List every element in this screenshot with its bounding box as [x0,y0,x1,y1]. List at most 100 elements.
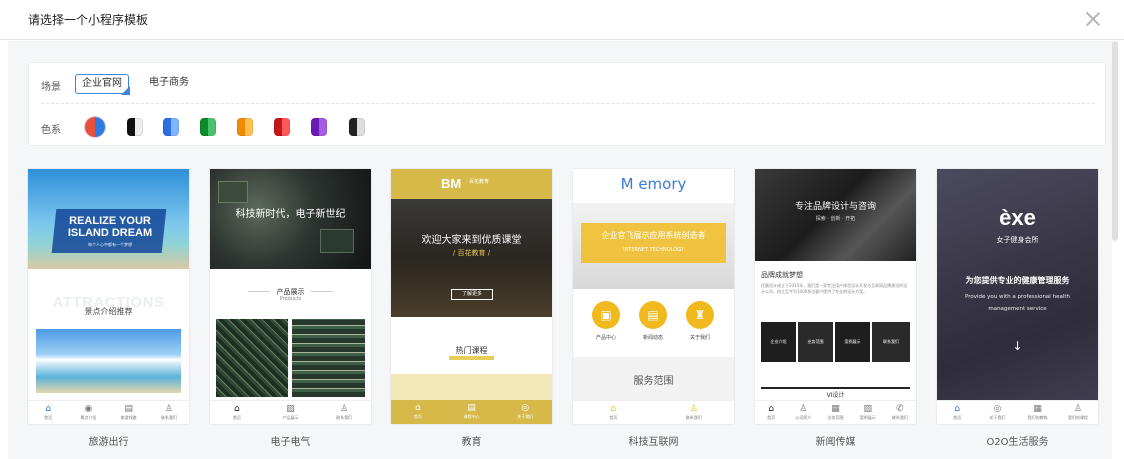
close-icon[interactable] [1083,9,1103,29]
section-title: 热门课程 [455,346,488,355]
banner-line: REALIZE YOUR [69,215,151,227]
color-swatch[interactable] [127,118,143,136]
building-icon[interactable]: ♜ [686,301,714,329]
hero-title: 企业官飞展示应用系统创造者 [601,231,706,240]
nav-label: 产品展示 [282,415,299,420]
nav-item[interactable]: ♙ 联系我们 [317,401,371,424]
color-swatch[interactable] [349,118,365,136]
section-title: 景点介绍推荐 [84,307,133,316]
icon-label: 关于我们 [689,335,710,341]
divider [248,291,270,292]
hero-title: 专注品牌设计与咨询 [794,202,876,212]
color-swatch[interactable] [274,118,290,136]
nav-item[interactable]: ⌂ 首页 [937,401,977,424]
nav-item[interactable]: ◎ 关于我们 [977,401,1017,424]
section-title: 品牌成就梦想 [761,271,803,279]
nav-item[interactable]: ♙ 联系我们 [654,401,735,424]
course-strip [391,374,552,400]
nav-label: 首页 [232,415,241,420]
checkmark-icon [121,86,130,95]
nav-label: 首页 [609,415,618,420]
nav-item[interactable]: ▤ 旅游线路 [109,401,149,424]
nav-item[interactable]: ⌂ 首页 [573,401,654,424]
divider [41,103,1095,104]
nav-item[interactable]: ♙ 我们的课程 [1058,401,1098,424]
nav-label: 公司简介 [795,415,812,420]
learn-more-button[interactable]: 了解更多 [451,289,493,300]
color-swatch[interactable] [85,117,105,137]
section-title-2: VI设计 [826,392,845,399]
phone-icon: ✆ [896,404,904,414]
chip-shape [218,181,248,203]
nav-item[interactable]: ♙ 联系我们 [149,401,189,424]
nav-item[interactable]: ⌂ 首页 [210,401,264,424]
brand-name: 百花教育 [469,179,490,185]
template-name: 电子电气 [270,437,311,448]
nav-label: 景点介绍 [80,415,97,420]
home-icon: ⌂ [768,404,774,414]
nav-label: 首页 [413,414,422,419]
bottom-nav: ⌂ 首页 ♙ 公司简介 ▦ 业务范围 ▧ 案例展示 ✆ 联系我们 [755,400,916,424]
template-name: 旅游出行 [88,437,129,448]
bottom-nav: ⌂ 首页 ◉ 景点介绍 ▤ 旅游线路 ♙ 联系我们 [28,400,189,424]
template-card-o2o[interactable]: èxe 女子健身会所 为您提供专业的健康管理服务 Provide you wit… [937,169,1098,454]
hero-label-box [581,223,726,263]
nav-item[interactable]: ▤ 课程中心 [445,400,499,424]
banner-heading: REALIZE YOUR ISLAND DREAM [56,215,164,239]
chip-shape [320,229,354,253]
color-swatch[interactable] [311,118,327,136]
scene-tab-label: 企业官网 [82,78,122,89]
grid-icon: ▦ [831,404,840,414]
scene-tab-corporate[interactable]: 企业官网 [75,74,130,95]
template-name: 新闻传媒 [815,437,856,448]
home-icon: ⌂ [954,404,960,414]
template-card-education[interactable]: BM 百花教育 欢迎大家来到优质课堂 / 百花教育 / 了解更多 热门课程 ⌂ 首… [391,169,552,454]
nav-item[interactable]: ⌂ 首页 [28,401,68,424]
image-icon: ▧ [286,404,295,414]
color-swatch[interactable] [163,118,179,136]
nav-label: 联系我们 [685,415,702,420]
home-icon: ⌂ [414,403,421,413]
nav-item[interactable]: ◎ 关于我们 [498,400,552,424]
bottom-nav: ⌂ 首页 ▧ 产品展示 ♙ 联系我们 [210,400,371,424]
arrow-down-icon[interactable]: ↓ [937,339,1098,353]
nav-item[interactable]: ◉ 景点介绍 [68,401,108,424]
nav-item[interactable]: ▦ 我们的教练 [1018,401,1058,424]
nav-item[interactable]: ⌂ 首页 [391,400,445,424]
nav-label: 课程中心 [463,414,480,419]
color-label: 色系 [41,125,61,136]
scene-tab-ecommerce[interactable]: 电子商务 [143,74,195,94]
nav-item[interactable]: ▧ 案例展示 [852,401,884,424]
template-card-media[interactable]: 专注品牌设计与咨询 探索 · 创新 · 开拓 品牌成就梦想 优最设计成立于201… [755,169,916,454]
template-card-travel[interactable]: REALIZE YOUR ISLAND DREAM 每个人心中都有一个梦想 AT… [28,169,189,454]
color-swatch[interactable] [200,118,216,136]
hero-subtitle: INTERNET TECHNOLOGY [623,247,684,253]
nav-label: 我们的教练 [1027,415,1048,420]
nav-item[interactable]: ♙ 公司简介 [787,401,819,424]
nav-label: 旅游线路 [120,415,137,420]
brand-subtitle: 女子健身会所 [996,236,1039,244]
template-name: 科技互联网 [628,437,679,448]
home-icon: ⌂ [45,404,51,414]
section-subtitle: Products [279,296,302,302]
nav-item[interactable]: ▧ 产品展示 [264,401,318,424]
brand-logo: BM [441,176,462,191]
color-swatch[interactable] [237,118,253,136]
template-card-tech[interactable]: M emory 企业官飞展示应用系统创造者 INTERNET TECHNOLOG… [573,169,734,454]
nav-item[interactable]: ⌂ 首页 [755,401,787,424]
bottom-nav: ⌂ 首页 ▤ 课程中心 ◎ 关于我们 [391,400,552,424]
section-body: 优最设计成立于2015年，我们是一家专注用户体验设计开发与互联网品牌建设的设计公… [761,283,908,294]
home-icon: ⌂ [610,404,617,414]
bottom-nav: ⌂ 首页 ◎ 关于我们 ▦ 我们的教练 ♙ 我们的课程 [937,400,1098,424]
banner-title: 科技新时代，电子新世纪 [235,209,346,220]
box-icon[interactable]: ▣ [592,301,620,329]
nav-item[interactable]: ▦ 业务范围 [819,401,851,424]
brand-logo: M emory [620,175,687,193]
template-card-electronics[interactable]: 科技新时代，电子新世纪 产品展示 Products ⌂ 首页 ▧ 产品展示 ♙ 联系我… [210,169,371,454]
template-preview: REALIZE YOUR ISLAND DREAM 每个人心中都有一个梦想 AT… [28,169,189,424]
hero-subtitle: / 百花教育 / [452,249,491,257]
scrollbar[interactable] [1112,41,1118,241]
news-icon[interactable]: ▤ [639,301,667,329]
product-photo [216,319,288,397]
nav-item[interactable]: ✆ 联系我们 [884,401,916,424]
